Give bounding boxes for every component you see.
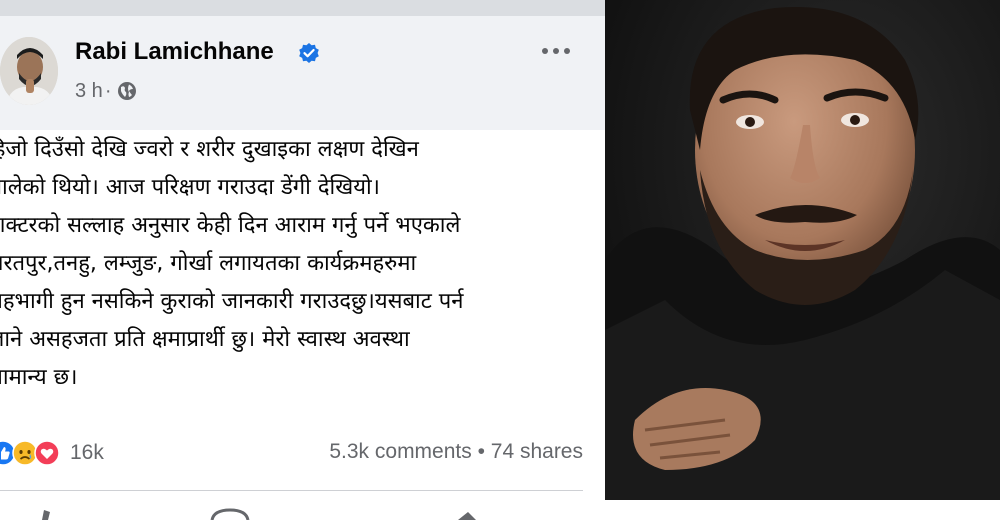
- reaction-summary[interactable]: 16k: [0, 438, 104, 468]
- divider: [0, 490, 583, 491]
- post-timestamp[interactable]: 3 h: [75, 80, 103, 103]
- post-meta: 3 h ·: [75, 78, 137, 104]
- share-action-icon[interactable]: [458, 512, 476, 520]
- comments-shares-count[interactable]: 5.3k comments • 74 shares: [329, 440, 583, 464]
- post-body-text: हिजो दिउँसो देखि ज्वरो र शरीर दुखाइका लक…: [0, 137, 464, 390]
- like-action-icon[interactable]: [42, 510, 50, 520]
- comment-action-icon[interactable]: [210, 508, 250, 520]
- post-action-bar: [42, 508, 476, 520]
- more-options-icon[interactable]: [541, 46, 571, 56]
- globe-icon[interactable]: [117, 81, 137, 101]
- facebook-post-card: Rabi Lamichhane 3 h · हिजो दिउँसो देखि ज…: [0, 0, 605, 520]
- meta-separator: ·: [104, 79, 112, 102]
- portrait-photo: [605, 0, 1000, 500]
- reaction-count[interactable]: 16k: [70, 441, 104, 465]
- love-reaction-icon: [34, 440, 60, 466]
- top-bar: [0, 0, 605, 16]
- post-header: [0, 16, 605, 130]
- author-name[interactable]: Rabi Lamichhane: [75, 38, 274, 66]
- verified-badge-icon: [299, 43, 319, 63]
- avatar[interactable]: [0, 37, 58, 105]
